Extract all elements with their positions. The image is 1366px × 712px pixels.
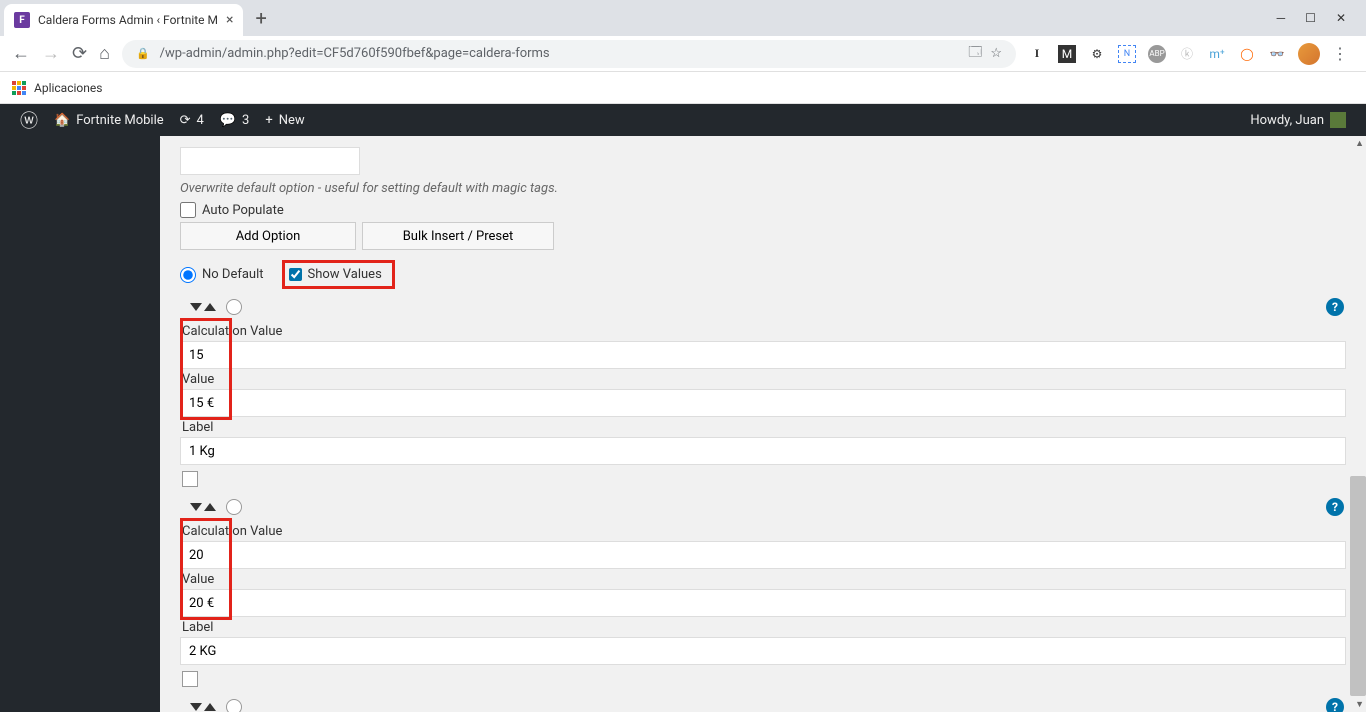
value-input[interactable]	[180, 389, 1346, 417]
main-content: Overwrite default option - useful for se…	[160, 136, 1366, 712]
option-default-radio[interactable]	[226, 299, 242, 315]
home-icon: 🏠	[54, 113, 70, 128]
translate-icon[interactable]: 🗔	[968, 43, 982, 65]
option-default-radio[interactable]	[226, 499, 242, 515]
apps-grid-icon[interactable]	[12, 81, 26, 95]
ext-icon-6[interactable]: ⓚ	[1178, 45, 1196, 63]
label-input[interactable]	[180, 437, 1346, 465]
calc-value-label: Calculation Value	[180, 321, 1346, 341]
label-label: Label	[180, 417, 1346, 437]
bookmark-star-icon[interactable]: ☆	[990, 46, 1002, 61]
calc-value-input[interactable]	[180, 541, 1346, 569]
show-values-label: Show Values	[308, 267, 382, 282]
plus-icon: +	[265, 113, 272, 128]
forward-button[interactable]: →	[42, 43, 60, 64]
ext-icon-7[interactable]: m⁺	[1208, 45, 1226, 63]
minimize-icon[interactable]: ─	[1277, 11, 1286, 25]
value-input[interactable]	[180, 589, 1346, 617]
scrollbar-up-icon[interactable]: ▲	[1355, 138, 1364, 149]
site-name-link[interactable]: 🏠 Fortnite Mobile	[46, 104, 172, 136]
ext-icon-5[interactable]: ABP	[1148, 45, 1166, 63]
home-button[interactable]: ⌂	[99, 43, 110, 64]
new-label: New	[279, 113, 305, 128]
ext-icon-1[interactable]: I	[1028, 45, 1046, 63]
auto-populate-label: Auto Populate	[202, 203, 284, 218]
browser-tab[interactable]: F Caldera Forms Admin ‹ Fortnite M ×	[4, 4, 243, 36]
label-input[interactable]	[180, 637, 1346, 665]
option-extra-checkbox[interactable]	[182, 471, 198, 487]
url-text: /wp-admin/admin.php?edit=CF5d760f590fbef…	[160, 46, 959, 61]
updates-link[interactable]: ⟳ 4	[172, 104, 212, 136]
lock-icon: 🔒	[136, 47, 150, 60]
calc-value-input[interactable]	[180, 341, 1346, 369]
scrollbar-track[interactable]: ▲ ▼	[1350, 136, 1366, 712]
no-default-radio[interactable]: No Default	[180, 267, 264, 283]
bulk-insert-button[interactable]: Bulk Insert / Preset	[362, 222, 554, 250]
helper-text: Overwrite default option - useful for se…	[180, 181, 1346, 196]
back-button[interactable]: ←	[12, 43, 30, 64]
browser-menu-icon[interactable]: ⋮	[1332, 44, 1348, 63]
ext-icon-8[interactable]: ◯	[1238, 45, 1256, 63]
add-option-button[interactable]: Add Option	[180, 222, 356, 250]
comments-link[interactable]: 💬 3	[212, 104, 258, 136]
site-name: Fortnite Mobile	[76, 113, 163, 128]
wp-admin-sidebar[interactable]	[0, 136, 160, 712]
show-values-checkbox-highlight[interactable]: Show Values	[282, 260, 395, 289]
help-icon[interactable]: ?	[1326, 298, 1344, 316]
refresh-icon: ⟳	[180, 113, 191, 128]
close-window-icon[interactable]: ✕	[1336, 11, 1346, 25]
howdy-user[interactable]: Howdy, Juan	[1242, 112, 1354, 128]
maximize-icon[interactable]: ☐	[1305, 11, 1316, 25]
wordpress-icon: ⓦ	[20, 107, 38, 133]
option-default-radio[interactable]	[226, 699, 242, 712]
scrollbar-down-icon[interactable]: ▼	[1355, 699, 1364, 710]
scrollbar-thumb[interactable]	[1350, 476, 1366, 696]
tab-close-icon[interactable]: ×	[226, 12, 233, 28]
comment-icon: 💬	[220, 113, 236, 128]
label-label: Label	[180, 617, 1346, 637]
wp-logo[interactable]: ⓦ	[12, 104, 46, 136]
user-avatar-icon	[1330, 112, 1346, 128]
updates-count: 4	[197, 113, 204, 128]
bookmarks-apps-label[interactable]: Aplicaciones	[34, 81, 102, 95]
help-icon[interactable]: ?	[1326, 498, 1344, 516]
new-content-link[interactable]: + New	[257, 104, 312, 136]
howdy-text: Howdy, Juan	[1250, 113, 1324, 128]
ext-icon-4[interactable]: N	[1118, 45, 1136, 63]
new-tab-button[interactable]: +	[255, 6, 266, 30]
calc-value-label: Calculation Value	[180, 521, 1346, 541]
profile-avatar[interactable]	[1298, 43, 1320, 65]
drag-handle-icon[interactable]	[190, 503, 216, 511]
drag-handle-icon[interactable]	[190, 303, 216, 311]
value-label: Value	[180, 569, 1346, 589]
help-icon[interactable]: ?	[1326, 698, 1344, 712]
ext-icon-3[interactable]: ⚙	[1088, 45, 1106, 63]
ext-icon-2[interactable]: M	[1058, 45, 1076, 63]
ext-icon-9[interactable]: 👓	[1268, 45, 1286, 63]
reload-button[interactable]: ⟳	[72, 43, 87, 64]
no-default-label: No Default	[202, 267, 264, 282]
option-extra-checkbox[interactable]	[182, 671, 198, 687]
tab-favicon-icon: F	[14, 12, 30, 28]
value-label: Value	[180, 369, 1346, 389]
tab-title: Caldera Forms Admin ‹ Fortnite M	[38, 13, 218, 27]
drag-handle-icon[interactable]	[190, 703, 216, 711]
auto-populate-checkbox[interactable]	[180, 202, 196, 218]
comments-count: 3	[242, 113, 249, 128]
url-bar[interactable]: 🔒 /wp-admin/admin.php?edit=CF5d760f590fb…	[122, 40, 1016, 68]
default-option-input[interactable]	[180, 147, 360, 175]
